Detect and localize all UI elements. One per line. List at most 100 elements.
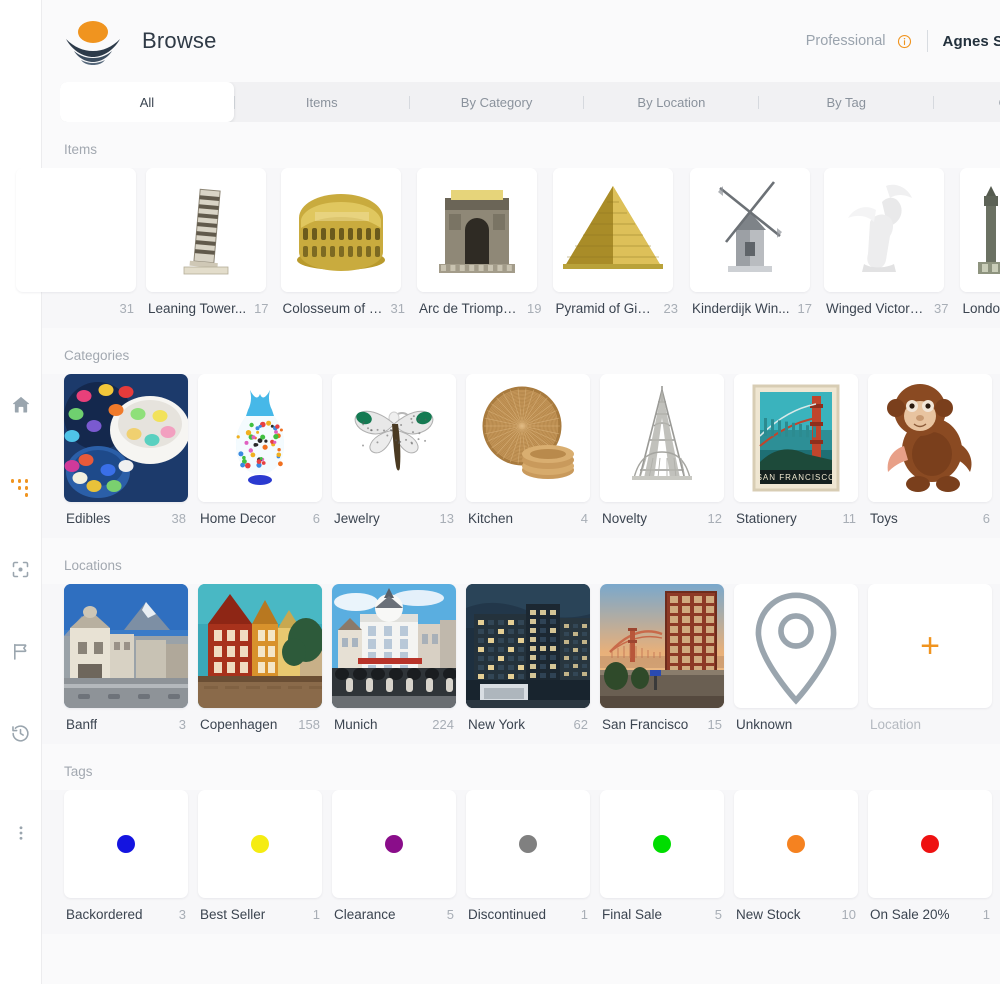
card[interactable]: Kitchen 4 [466,374,590,526]
card-count: 19 [519,301,541,316]
card-caption: Clearance 5 [332,898,456,922]
arc-de-triomphe-icon [417,168,537,292]
card[interactable]: Colosseum of R... 31 [281,168,407,316]
card-thumbnail[interactable] [417,168,537,292]
card-thumbnail[interactable] [332,584,456,708]
tab-by-location[interactable]: By Location [584,82,758,122]
card-thumbnail[interactable] [600,790,724,898]
card[interactable]: Banff 3 [64,584,188,732]
sidebar-item-history[interactable] [6,718,36,748]
card-thumbnail[interactable] [332,790,456,898]
card-thumbnail[interactable] [868,790,992,898]
sidebar-item-more[interactable] [6,818,36,848]
card-thumbnail[interactable] [734,790,858,898]
card[interactable]: Leaning Tower... 17 [146,168,271,316]
sidebar-item-browse[interactable] [6,472,36,502]
card-thumbnail[interactable] [734,584,858,708]
rattan-coasters-icon [466,374,590,502]
card[interactable]: Novelty 12 [600,374,724,526]
card-count: 10 [834,907,856,922]
sidebar-item-flag[interactable] [6,636,36,666]
card[interactable]: Kinderdijk Win... 17 [690,168,814,316]
card[interactable]: Munich 224 [332,584,456,732]
banff-icon [64,584,188,708]
card-thumbnail[interactable] [146,168,266,292]
card-thumbnail[interactable] [600,374,724,502]
card[interactable]: Pyramid of Giza... 23 [553,168,679,316]
card-label: San Francisco [602,717,688,732]
card[interactable]: London Eye Bra...11 [960,168,1000,316]
card-label: Clearance [334,907,396,922]
card-row-locations[interactable]: Banff 3 Copenhagen 158 Munich 224 New York 62 Sa… [42,584,1000,732]
card-thumbnail[interactable] [332,374,456,502]
card-label: Novelty [602,511,647,526]
card-thumbnail[interactable] [824,168,944,292]
card-thumbnail[interactable] [466,374,590,502]
card-count: 3 [171,907,186,922]
card[interactable]: Jewelry 13 [332,374,456,526]
card-thumbnail[interactable] [64,374,188,502]
card-row-categories[interactable]: Edibles 38 Home Decor 6 Jewelry 13 Kitchen 4 Nov… [42,374,1000,526]
card-thumbnail[interactable] [868,374,992,502]
card[interactable]: Discontinued 1 [466,790,590,922]
home-icon [10,394,32,416]
tab-by-category[interactable]: By Category [410,82,584,122]
dot-icon [332,790,456,898]
card[interactable]: Unknown [734,584,858,732]
card[interactable]: New Stock 10 [734,790,858,922]
card-thumbnail[interactable] [64,584,188,708]
card-count: 1 [305,907,320,922]
tab-custom[interactable]: Custom [934,82,1000,122]
tab-items[interactable]: Items [235,82,409,122]
card-thumbnail[interactable] [466,584,590,708]
card-thumbnail[interactable] [600,584,724,708]
card[interactable]: San Francisco 15 [600,584,724,732]
user-name[interactable]: Agnes Schmidt [943,33,1000,50]
card[interactable]: Toys 6 [868,374,992,526]
card[interactable]: Edibles 38 [64,374,188,526]
card-thumbnail[interactable] [198,374,322,502]
card[interactable]: New York 62 [466,584,590,732]
section-band-categories: Edibles 38 Home Decor 6 Jewelry 13 Kitchen 4 Nov… [42,374,1000,538]
card[interactable]: 31 [16,168,136,316]
sidebar-item-home[interactable] [6,390,36,420]
card[interactable]: + Location [868,584,992,732]
card[interactable]: SAN FRANCISCO Stationery 11 [734,374,858,526]
sidebar-item-scan[interactable] [6,554,36,584]
card-thumbnail[interactable] [64,790,188,898]
card-label: Banff [66,717,97,732]
card-thumbnail[interactable] [198,584,322,708]
card[interactable]: On Sale 20% 1 [868,790,992,922]
sunset-logo-icon[interactable] [62,15,124,67]
card[interactable]: Final Sale 5 [600,790,724,922]
tab-all[interactable]: All [60,82,234,122]
card-row-tags[interactable]: Backordered 3 Best Seller 1 Clearance 5 Discon… [42,790,1000,922]
card-label: Final Sale [602,907,662,922]
tab-by-tag[interactable]: By Tag [759,82,933,122]
card-caption: On Sale 20% 1 [868,898,992,922]
card-label: Munich [334,717,378,732]
card-thumbnail[interactable] [16,168,136,292]
card-thumbnail[interactable] [960,168,1000,292]
card[interactable]: Home Decor 6 [198,374,322,526]
card[interactable]: Copenhagen 158 [198,584,322,732]
card[interactable]: Arc de Triomph... 19 [417,168,543,316]
card-thumbnail[interactable] [690,168,810,292]
card-thumbnail[interactable] [281,168,401,292]
card[interactable]: Clearance 5 [332,790,456,922]
card[interactable]: Backordered 3 [64,790,188,922]
card-thumbnail[interactable] [553,168,673,292]
card-thumbnail[interactable]: SAN FRANCISCO [734,374,858,502]
main-area: Browse Professional Agnes Schmidt [42,0,1000,984]
history-clock-icon [10,723,31,744]
card-thumbnail[interactable]: + [868,584,992,708]
card-thumbnail[interactable] [198,790,322,898]
card-thumbnail[interactable] [466,790,590,898]
card-count: 13 [432,511,454,526]
card[interactable]: Best Seller 1 [198,790,322,922]
card-count: 5 [707,907,722,922]
card[interactable]: Winged Victory... 37 [824,168,950,316]
card-row-items[interactable]: 31 Leaning Tower... 17 Colosseum of R... 31 A… [0,168,1000,316]
card-caption: Colosseum of R... 31 [281,292,407,316]
info-circle-icon[interactable] [897,34,912,49]
